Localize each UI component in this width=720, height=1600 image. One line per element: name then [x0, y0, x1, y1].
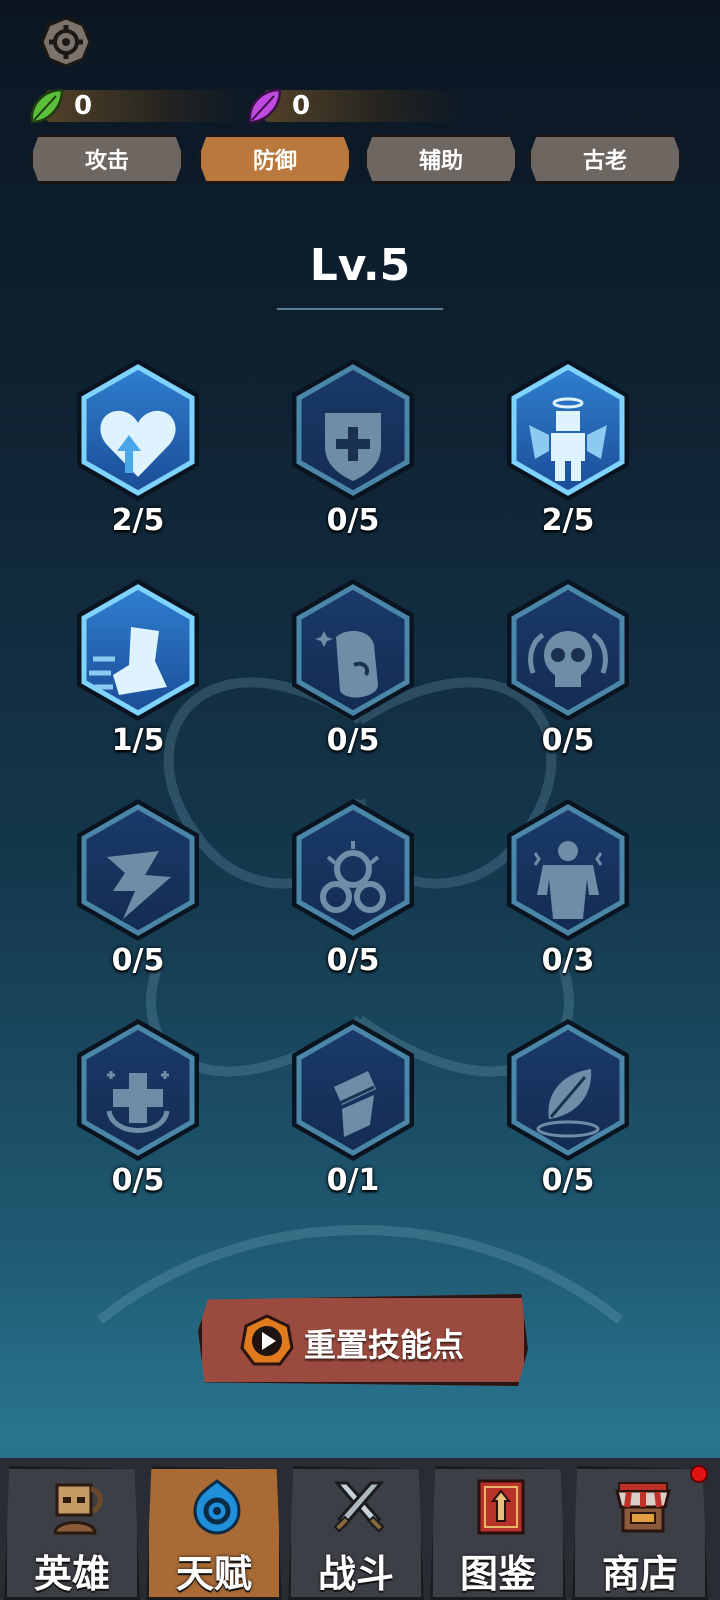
talent-level-count: 0/5 [541, 1163, 595, 1198]
talent-slot[interactable]: 0/3 [493, 795, 643, 985]
nav-codex[interactable]: 图鉴 [430, 1466, 566, 1600]
play-ad-icon [240, 1314, 294, 1366]
talent-level-count: 0/5 [326, 503, 380, 538]
resource-purple: 0 [244, 88, 464, 124]
green-leaf-count: 0 [74, 91, 93, 121]
level-title: Lv.5 [309, 240, 411, 291]
nav-talent-label: 天赋 [175, 1552, 252, 1596]
talent-slot[interactable]: 0/5 [278, 795, 428, 985]
bandage-icon [292, 1019, 414, 1161]
talent-slot[interactable]: 0/5 [63, 795, 213, 985]
reset-button-label: 重置技能点 [304, 1326, 465, 1364]
tab-defense[interactable]: 防御 [198, 134, 352, 184]
talent-level-count: 2/5 [541, 503, 595, 538]
talent-level-count: 2/5 [111, 503, 165, 538]
lightning-icon [77, 799, 199, 941]
talent-level-count: 0/1 [326, 1163, 380, 1198]
talent-level-count: 0/5 [541, 723, 595, 758]
heart-up-icon [77, 359, 199, 501]
talent-slot[interactable]: 2/5 [63, 355, 213, 545]
leaf-ripple-icon [507, 1019, 629, 1161]
shop-notification-badge [690, 1465, 708, 1483]
purple-leaf-icon [248, 88, 282, 124]
talent-level-count: 0/5 [326, 723, 380, 758]
skull-icon [507, 579, 629, 721]
talent-slot[interactable]: 0/5 [63, 1015, 213, 1205]
green-leaf-icon [30, 88, 64, 124]
speed-boot-icon [77, 579, 199, 721]
settings-gear-icon[interactable] [40, 16, 92, 68]
nav-shop[interactable]: 商店 [572, 1466, 708, 1600]
resource-green: 0 [26, 88, 246, 124]
crossed-swords-icon [333, 1481, 385, 1533]
talent-slot[interactable]: 1/5 [63, 575, 213, 765]
heal-cross-icon [77, 1019, 199, 1161]
nav-hero[interactable]: 英雄 [4, 1466, 140, 1600]
talent-slot[interactable]: 0/5 [278, 575, 428, 765]
talent-slot[interactable]: 0/5 [278, 355, 428, 545]
hero-icon [53, 1483, 103, 1535]
level-underline [277, 308, 443, 310]
angel-body-icon [507, 359, 629, 501]
shop-stall-icon [615, 1482, 671, 1533]
talent-slot[interactable]: 0/1 [278, 1015, 428, 1205]
nav-shop-label: 商店 [601, 1552, 678, 1596]
fist-sparkle-icon [292, 579, 414, 721]
tab-attack[interactable]: 攻击 [30, 134, 184, 184]
giant-body-icon [507, 799, 629, 941]
nav-battle-label: 战斗 [317, 1552, 394, 1596]
purple-leaf-count: 0 [292, 91, 311, 121]
nav-talent[interactable]: 天赋 [146, 1466, 282, 1600]
talent-level-count: 0/5 [111, 943, 165, 978]
tab-ancient[interactable]: 古老 [528, 134, 682, 184]
nav-hero-label: 英雄 [33, 1552, 110, 1596]
nav-battle[interactable]: 战斗 [288, 1466, 424, 1600]
nav-codex-label: 图鉴 [459, 1552, 536, 1596]
codex-book-icon [477, 1479, 525, 1535]
talent-level-count: 0/5 [111, 1163, 165, 1198]
talent-slot[interactable]: 0/5 [493, 1015, 643, 1205]
shield-plus-icon [292, 359, 414, 501]
reset-skill-points-button[interactable]: 重置技能点 [198, 1294, 528, 1386]
talent-swirl-icon [193, 1479, 241, 1535]
talent-level-count: 1/5 [111, 723, 165, 758]
talent-level-count: 0/5 [326, 943, 380, 978]
tab-support[interactable]: 辅助 [364, 134, 518, 184]
talent-slot[interactable]: 2/5 [493, 355, 643, 545]
talent-level-count: 0/3 [541, 943, 595, 978]
talent-slot[interactable]: 0/5 [493, 575, 643, 765]
thorn-cloud-icon [292, 799, 414, 941]
